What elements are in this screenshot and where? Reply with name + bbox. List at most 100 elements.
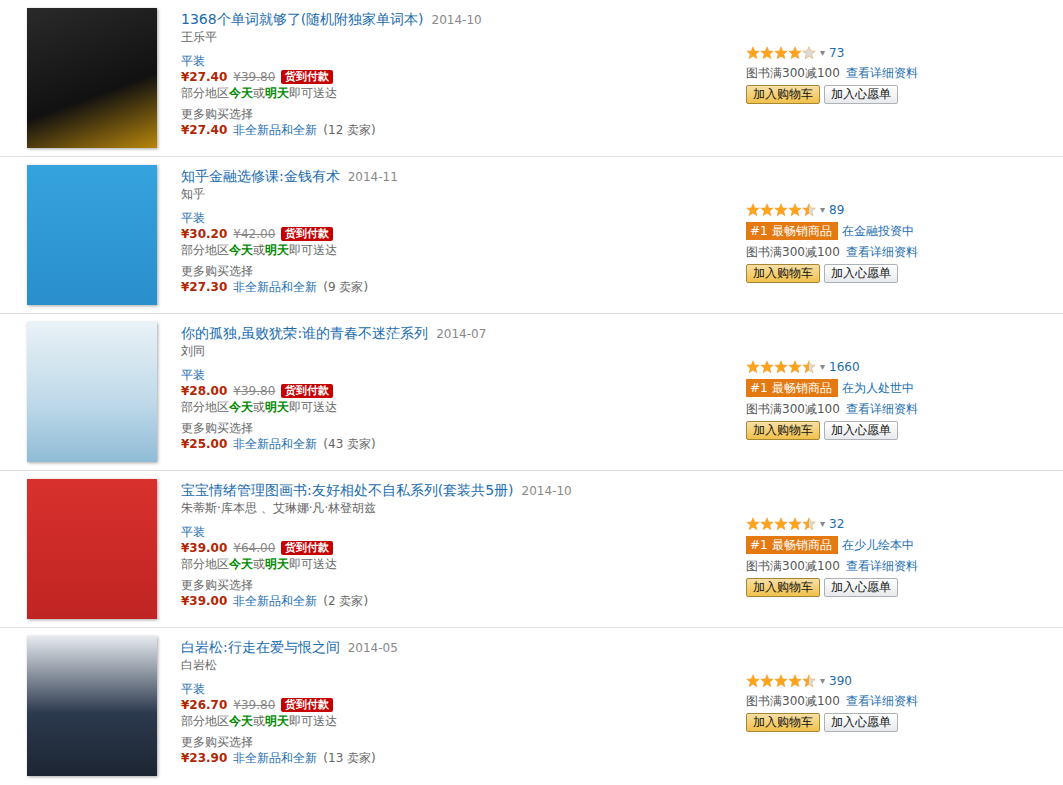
used-price: ¥27.40 bbox=[181, 122, 227, 138]
add-to-cart-button[interactable]: 加入购物车 bbox=[746, 85, 820, 104]
details-link[interactable]: 查看详细资料 bbox=[846, 401, 918, 417]
delivery-segment: 明天 bbox=[265, 400, 289, 414]
caret-icon[interactable]: ▾ bbox=[820, 673, 825, 689]
book-title[interactable]: 宝宝情绪管理图画书:友好相处不自私系列(套装共5册) bbox=[181, 482, 514, 498]
format-link[interactable]: 平装 bbox=[181, 211, 746, 226]
cod-badge: 货到付款 bbox=[281, 698, 333, 712]
author[interactable]: 王乐平 bbox=[181, 29, 746, 45]
used-link[interactable]: 非全新品和全新 bbox=[233, 122, 317, 138]
rating[interactable]: ▾73 bbox=[746, 45, 918, 61]
seller-count: (2 卖家) bbox=[323, 593, 368, 609]
delivery-segment: 部分地区 bbox=[181, 557, 229, 571]
list-price: ¥42.00 bbox=[233, 226, 275, 242]
review-count[interactable]: 1660 bbox=[829, 359, 860, 375]
book-title[interactable]: 1368个单词就够了(随机附独家单词本) bbox=[181, 11, 424, 27]
book-title[interactable]: 知乎金融选修课:金钱有术 bbox=[181, 168, 340, 184]
seller-count: (9 卖家) bbox=[323, 279, 368, 295]
book-info: 1368个单词就够了(随机附独家单词本)2014-10王乐平平装¥27.40¥3… bbox=[181, 0, 746, 156]
author[interactable]: 刘同 bbox=[181, 343, 746, 359]
delivery-segment: 今天 bbox=[229, 86, 253, 100]
caret-icon[interactable]: ▾ bbox=[820, 202, 825, 218]
delivery-segment: 明天 bbox=[265, 557, 289, 571]
details-link[interactable]: 查看详细资料 bbox=[846, 244, 918, 260]
cod-badge: 货到付款 bbox=[281, 227, 333, 241]
delivery-segment: 明天 bbox=[265, 243, 289, 257]
caret-icon[interactable]: ▾ bbox=[820, 516, 825, 532]
caret-icon[interactable]: ▾ bbox=[820, 359, 825, 375]
button-row: 加入购物车加入心愿单 bbox=[746, 578, 918, 597]
format-link[interactable]: 平装 bbox=[181, 368, 746, 383]
rating[interactable]: ▾390 bbox=[746, 673, 918, 689]
add-to-wishlist-button[interactable]: 加入心愿单 bbox=[824, 264, 898, 283]
delivery-segment: 或 bbox=[253, 714, 265, 728]
caret-icon[interactable]: ▾ bbox=[820, 45, 825, 61]
review-count[interactable]: 390 bbox=[829, 673, 852, 689]
star-icon bbox=[774, 360, 788, 374]
used-link[interactable]: 非全新品和全新 bbox=[233, 279, 317, 295]
bestseller: #1 最畅销商品在金融投资中 bbox=[746, 222, 918, 240]
used-link[interactable]: 非全新品和全新 bbox=[233, 593, 317, 609]
author[interactable]: 朱蒂斯·库本思 、艾琳娜·凡·林登胡兹 bbox=[181, 500, 746, 516]
star-icon bbox=[802, 517, 816, 531]
book-title[interactable]: 你的孤独,虽败犹荣:谁的青春不迷茫系列 bbox=[181, 325, 428, 341]
star-rating bbox=[746, 360, 816, 374]
more-options: 更多购买选择 bbox=[181, 107, 746, 122]
bestseller-category[interactable]: 在金融投资中 bbox=[842, 222, 914, 240]
book-cover[interactable] bbox=[27, 479, 157, 619]
format-link[interactable]: 平装 bbox=[181, 525, 746, 540]
price: ¥26.70 bbox=[181, 697, 227, 713]
button-row: 加入购物车加入心愿单 bbox=[746, 713, 918, 732]
format-link[interactable]: 平装 bbox=[181, 682, 746, 697]
delivery-segment: 今天 bbox=[229, 400, 253, 414]
add-to-wishlist-button[interactable]: 加入心愿单 bbox=[824, 713, 898, 732]
add-to-wishlist-button[interactable]: 加入心愿单 bbox=[824, 421, 898, 440]
used-line: ¥27.30非全新品和全新(9 卖家) bbox=[181, 279, 746, 295]
bestseller-category[interactable]: 在为人处世中 bbox=[842, 379, 914, 397]
add-to-wishlist-button[interactable]: 加入心愿单 bbox=[824, 578, 898, 597]
bestseller-category[interactable]: 在少儿绘本中 bbox=[842, 536, 914, 554]
book-cover[interactable] bbox=[27, 636, 157, 776]
used-link[interactable]: 非全新品和全新 bbox=[233, 436, 317, 452]
add-to-cart-button[interactable]: 加入购物车 bbox=[746, 713, 820, 732]
details-link[interactable]: 查看详细资料 bbox=[846, 693, 918, 709]
rating[interactable]: ▾32 bbox=[746, 516, 918, 532]
star-icon bbox=[802, 203, 816, 217]
add-to-cart-button[interactable]: 加入购物车 bbox=[746, 578, 820, 597]
used-price: ¥25.00 bbox=[181, 436, 227, 452]
add-to-cart-button[interactable]: 加入购物车 bbox=[746, 421, 820, 440]
promo-line: 图书满300减100查看详细资料 bbox=[746, 558, 918, 574]
review-count[interactable]: 73 bbox=[829, 45, 844, 61]
review-count[interactable]: 32 bbox=[829, 516, 844, 532]
cover-cell bbox=[0, 628, 181, 785]
cover-cell bbox=[0, 157, 181, 313]
seller-count: (13 卖家) bbox=[323, 750, 375, 766]
rating[interactable]: ▾89 bbox=[746, 202, 918, 218]
delivery-segment: 或 bbox=[253, 86, 265, 100]
book-cover[interactable] bbox=[27, 165, 157, 305]
promo-line: 图书满300减100查看详细资料 bbox=[746, 401, 918, 417]
star-rating bbox=[746, 203, 816, 217]
rating[interactable]: ▾1660 bbox=[746, 359, 918, 375]
more-options: 更多购买选择 bbox=[181, 578, 746, 593]
promo-line: 图书满300减100查看详细资料 bbox=[746, 693, 918, 709]
button-row: 加入购物车加入心愿单 bbox=[746, 85, 918, 104]
actions-column: ▾73 图书满300减100查看详细资料加入购物车加入心愿单 bbox=[746, 0, 918, 156]
author[interactable]: 白岩松 bbox=[181, 657, 746, 673]
star-icon bbox=[788, 674, 802, 688]
star-icon bbox=[774, 46, 788, 60]
bestseller: #1 最畅销商品在为人处世中 bbox=[746, 379, 918, 397]
review-count[interactable]: 89 bbox=[829, 202, 844, 218]
details-link[interactable]: 查看详细资料 bbox=[846, 558, 918, 574]
add-to-cart-button[interactable]: 加入购物车 bbox=[746, 264, 820, 283]
details-link[interactable]: 查看详细资料 bbox=[846, 65, 918, 81]
promo-line: 图书满300减100查看详细资料 bbox=[746, 65, 918, 81]
book-cover[interactable] bbox=[27, 8, 157, 148]
book-row: 知乎金融选修课:金钱有术2014-11知乎平装¥30.20¥42.00货到付款部… bbox=[0, 157, 1063, 314]
add-to-wishlist-button[interactable]: 加入心愿单 bbox=[824, 85, 898, 104]
book-title[interactable]: 白岩松:行走在爱与恨之间 bbox=[181, 639, 340, 655]
book-cover[interactable] bbox=[27, 322, 157, 462]
used-link[interactable]: 非全新品和全新 bbox=[233, 750, 317, 766]
list-price: ¥39.80 bbox=[233, 383, 275, 399]
author[interactable]: 知乎 bbox=[181, 186, 746, 202]
format-link[interactable]: 平装 bbox=[181, 54, 746, 69]
